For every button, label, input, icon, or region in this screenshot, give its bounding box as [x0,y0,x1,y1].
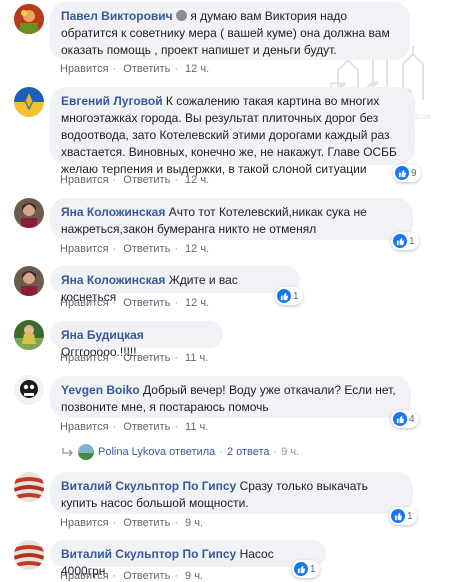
reaction-count[interactable]: 4 [391,410,419,428]
like-link[interactable]: Нравится [60,63,109,75]
avatar[interactable] [14,320,44,350]
comment-time[interactable]: 12 ч. [185,297,209,309]
reaction-number: 1 [310,563,316,575]
reply-link[interactable]: Ответить [123,63,170,75]
thumbs-up-icon [393,234,407,248]
comment-actions: Нравится · Ответить · 12 ч. [60,174,210,186]
reaction-count[interactable]: 1 [389,507,417,525]
avatar[interactable] [14,266,44,296]
avatar-image-icon [14,198,44,228]
comment-bubble: Яна Коложинская Ждите и вас коснеться [50,266,300,304]
reply-link[interactable]: Ответить [123,297,170,309]
comment-actions: Нравится · Ответить · 12 ч. [60,297,210,309]
reaction-number: 1 [293,290,299,302]
comment-bubble: Виталий Скульптор По Гипсу Сразу только … [50,472,413,514]
avatar-image-icon [78,444,94,460]
reply-author[interactable]: Polina Lykova [98,446,166,458]
comment-actions: Нравится · Ответить · 12 ч. [60,63,210,75]
comment-actions: Нравится · Ответить · 11 ч. [60,352,209,364]
reaction-number: 1 [409,235,415,247]
reply-link[interactable]: Ответить [123,421,170,433]
avatar-image-icon [14,320,44,350]
avatar-image-icon [14,87,44,117]
avatar[interactable] [14,472,44,502]
comment-author[interactable]: Yevgen Boiko [61,383,140,397]
avatar[interactable] [14,4,44,34]
comment-actions: Нравится · Ответить · 12 ч. [60,243,210,255]
comment-time[interactable]: 12 ч. [185,63,209,75]
comment-author[interactable]: Павел Викторович [61,9,173,23]
thumbs-up-icon [395,166,409,180]
comment-time[interactable]: 12 ч. [185,174,209,186]
comment-author[interactable]: Виталий Скульптор По Гипсу [61,479,236,493]
comment-bubble: Виталий Скульптор По Гипсу Насос 4000грн [50,540,326,578]
avatar[interactable] [14,87,44,117]
replies-summary[interactable]: Polina Lykova ответила · 2 ответа · 9 ч. [62,444,299,460]
like-link[interactable]: Нравится [60,421,109,433]
comment-time[interactable]: 9 ч. [185,570,203,582]
comment-time[interactable]: 9 ч. [185,517,203,529]
comment-author[interactable]: Яна Будицкая [61,328,144,342]
reply-link[interactable]: Ответить [123,174,170,186]
reply-action: ответила [169,446,216,458]
reply-arrow-icon [62,447,74,457]
comment-bubble: Евгений Луговой К сожалению такая картин… [50,87,415,176]
reaction-count[interactable]: 9 [393,164,421,182]
like-link[interactable]: Нравится [60,243,109,255]
replies-count-link[interactable]: 2 ответа [227,446,270,458]
reply-link[interactable]: Ответить [123,517,170,529]
thumbs-up-icon [391,509,405,523]
avatar-image-icon [14,540,44,570]
reaction-number: 4 [409,413,415,425]
comment-author[interactable]: Виталий Скульптор По Гипсу [61,547,236,561]
reaction-count[interactable]: 1 [391,232,419,250]
comment-author[interactable]: Евгений Луговой [61,94,163,108]
avatar[interactable] [14,375,44,405]
wave-emoji-icon [175,10,187,21]
thumbs-up-icon [294,562,308,576]
reaction-count[interactable]: 1 [275,287,303,305]
reply-time: 9 ч. [281,446,300,458]
avatar[interactable] [14,540,44,570]
reply-link[interactable]: Ответить [123,570,170,582]
like-link[interactable]: Нравится [60,517,109,529]
like-link[interactable]: Нравится [60,174,109,186]
comment-time[interactable]: 11 ч. [185,421,208,433]
avatar-image-icon [14,375,44,405]
avatar[interactable] [14,198,44,228]
comment-bubble: Яна Будицкая Огггооооо.!!!!! [50,321,223,359]
comment-bubble: Яна Коложинская Ачто тот Котелевский,ник… [50,198,413,240]
like-link[interactable]: Нравится [60,297,109,309]
reply-link[interactable]: Ответить [123,352,170,364]
reaction-count[interactable]: 1 [292,560,320,578]
like-link[interactable]: Нравится [60,352,109,364]
comment-time[interactable]: 11 ч. [185,352,208,364]
reaction-number: 9 [411,167,417,179]
reaction-number: 1 [407,510,413,522]
comment-actions: Нравится · Ответить · 9 ч. [60,517,204,529]
comment-author[interactable]: Яна Коложинская [61,205,165,219]
like-link[interactable]: Нравится [60,570,109,582]
comment-bubble: Павел Викторович я думаю вам Виктория на… [50,2,410,60]
avatar-image-icon [14,4,44,34]
comment-bubble: Yevgen Boiko Добрый вечер! Воду уже отка… [50,376,411,418]
thumbs-up-icon [393,412,407,426]
reply-author-avatar[interactable] [78,444,94,460]
avatar-image-icon [14,472,44,502]
comment-actions: Нравится · Ответить · 9 ч. [60,570,204,582]
thumbs-up-icon [277,289,291,303]
reply-link[interactable]: Ответить [123,243,170,255]
comment-time[interactable]: 12 ч. [185,243,209,255]
avatar-image-icon [14,266,44,296]
comment-actions: Нравится · Ответить · 11 ч. [60,421,209,433]
comment-author[interactable]: Яна Коложинская [61,273,165,287]
